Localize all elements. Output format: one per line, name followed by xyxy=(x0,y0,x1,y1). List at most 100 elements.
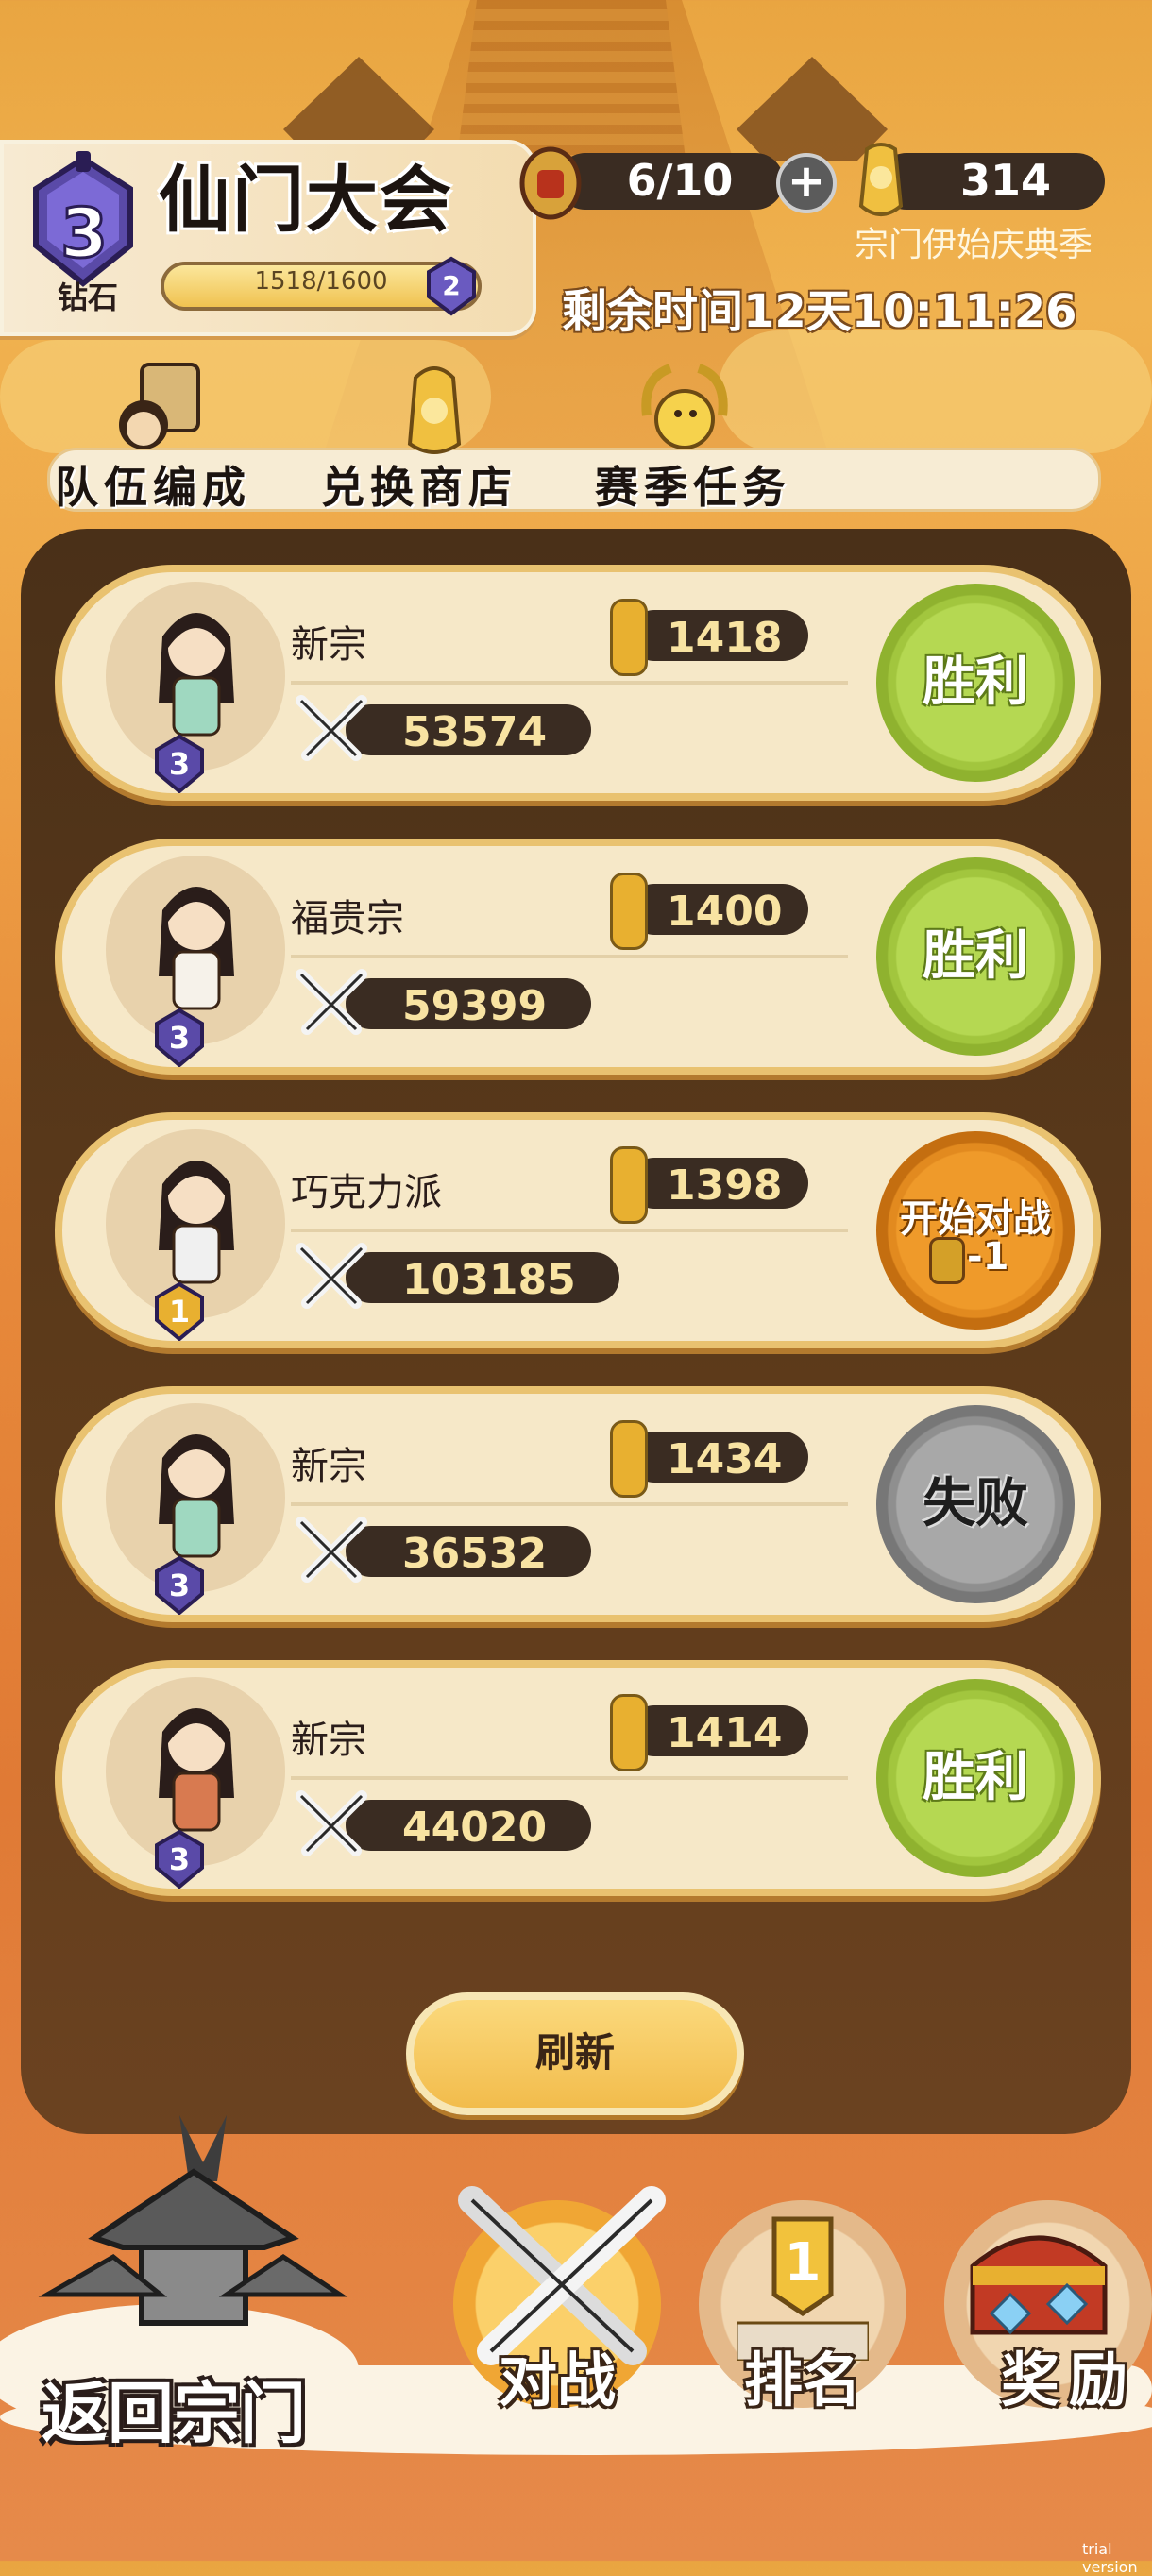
match-result-label: 失败 xyxy=(923,1473,1028,1534)
card-divider xyxy=(291,955,848,958)
shop-button[interactable]: 兑换商店 xyxy=(321,359,567,513)
crossed-swords-icon xyxy=(296,695,367,761)
card-divider xyxy=(291,1502,848,1506)
opponent-avatar-icon xyxy=(159,1434,234,1558)
opponent-avatar-icon xyxy=(159,887,234,1010)
watermark: trial version xyxy=(1082,2540,1138,2576)
opponent-score: 1418 xyxy=(667,614,783,662)
battle-token-icon xyxy=(519,146,582,220)
add-tickets-button[interactable]: + xyxy=(776,153,837,213)
page-title: 仙门大会 xyxy=(159,158,453,242)
svg-text:1: 1 xyxy=(785,2232,822,2294)
opponent-name: 新宗 xyxy=(291,1445,366,1488)
opponent-name: 新宗 xyxy=(291,623,366,667)
opponent-score: 1400 xyxy=(667,888,783,936)
scroll-character-icon xyxy=(119,363,200,449)
refresh-button[interactable]: 刷新 xyxy=(406,1992,744,2115)
opponent-rank: 3 xyxy=(168,1568,191,1603)
opponent-rank: 3 xyxy=(168,1020,191,1056)
gold-token-icon xyxy=(858,143,904,216)
opponent-rank-badge: 3 xyxy=(153,1008,206,1068)
score-token-icon xyxy=(610,1420,648,1498)
opponent-power-pill: 44020 xyxy=(346,1800,591,1852)
laurel-chick-icon xyxy=(641,364,728,449)
opponent-portrait: 3 xyxy=(106,1677,285,1890)
return-sect-label: 返回宗门 xyxy=(42,2375,306,2452)
opponent-power: 59399 xyxy=(402,982,548,1030)
battle-token-icon xyxy=(929,1237,965,1284)
season-tasks-button[interactable]: 赛季任务 xyxy=(595,359,840,513)
match-result-badge: 失败 xyxy=(876,1405,1075,1603)
opponent-name: 新宗 xyxy=(291,1719,366,1762)
match-result-label: 胜利 xyxy=(923,925,1028,987)
score-token-icon xyxy=(610,1694,648,1771)
match-result-badge: 胜利 xyxy=(876,1679,1075,1877)
opponent-power-pill: 59399 xyxy=(346,978,591,1030)
opponent-rank-badge: 3 xyxy=(153,1829,206,1890)
tab-rewards[interactable]: 奖励 xyxy=(935,2200,1152,2446)
season-name: 宗门伊始庆典季 xyxy=(855,226,1093,264)
opponent-card: 3 新宗 1418 53574 胜利 xyxy=(55,565,1101,801)
card-divider xyxy=(291,1229,848,1232)
opponent-avatar-icon xyxy=(159,613,234,737)
currency-amount: 314 xyxy=(959,155,1052,206)
season-timer: 剩余时间12天10:11:26 xyxy=(562,285,1077,338)
opponent-score-pill: 1398 xyxy=(629,1158,808,1210)
battle-cost: -1 xyxy=(967,1235,1009,1279)
rank-level: 3 xyxy=(59,193,109,275)
token-shop-icon xyxy=(407,366,462,454)
opponent-score-pill: 1434 xyxy=(629,1432,808,1483)
card-divider xyxy=(291,681,848,685)
opponent-name: 福贵宗 xyxy=(291,897,404,941)
tab-battle-label: 对战 xyxy=(499,2346,617,2415)
rank-name: 钻石 xyxy=(57,280,118,315)
opponent-power: 103185 xyxy=(402,1256,576,1304)
opponent-score-pill: 1400 xyxy=(629,884,808,936)
opponent-rank: 3 xyxy=(168,1841,191,1877)
tab-ranking[interactable]: 1 排名 xyxy=(699,2200,906,2446)
opponent-score: 1414 xyxy=(667,1709,783,1757)
opponent-portrait: 3 xyxy=(106,856,285,1068)
opponent-score: 1398 xyxy=(667,1161,783,1210)
opponent-rank-badge: 1 xyxy=(153,1281,206,1342)
next-rank-badge-icon: 2 xyxy=(427,256,476,316)
score-token-icon xyxy=(610,599,648,676)
opponent-card: 1 巧克力派 1398 103185 开始对战 -1 xyxy=(55,1112,1101,1348)
sect-building-icon xyxy=(38,2115,348,2326)
start-battle-button[interactable]: 开始对战 -1 xyxy=(876,1131,1075,1330)
crossed-swords-icon xyxy=(296,1243,367,1309)
match-result-label: 胜利 xyxy=(923,652,1028,713)
tab-ranking-label: 排名 xyxy=(744,2346,862,2415)
return-sect-button[interactable]: 返回宗门 xyxy=(28,2106,349,2465)
tab-battle[interactable]: 对战 xyxy=(453,2186,666,2446)
opponent-rank-badge: 3 xyxy=(153,1555,206,1616)
opponent-power: 36532 xyxy=(402,1530,548,1578)
crossed-swords-icon xyxy=(296,1790,367,1856)
opponent-portrait: 3 xyxy=(106,582,285,794)
card-divider xyxy=(291,1776,848,1780)
opponent-rank: 1 xyxy=(168,1294,191,1330)
ticket-count: 6/10 xyxy=(626,155,734,206)
opponent-power: 44020 xyxy=(402,1804,548,1852)
opponent-rank-badge: 3 xyxy=(153,734,206,794)
opponent-power-pill: 53574 xyxy=(346,704,591,756)
opponent-power-pill: 36532 xyxy=(346,1526,591,1578)
opponent-portrait: 3 xyxy=(106,1403,285,1616)
opponent-rank: 3 xyxy=(168,746,191,782)
crossed-swords-icon xyxy=(296,969,367,1035)
opponent-card: 3 新宗 1434 36532 失败 xyxy=(55,1386,1101,1622)
team-button[interactable]: 队伍编成 xyxy=(47,359,293,513)
match-result-badge: 胜利 xyxy=(876,584,1075,782)
score-token-icon xyxy=(610,1146,648,1224)
treasure-chest-icon xyxy=(970,2235,1108,2335)
opponent-card: 3 新宗 1414 44020 胜利 xyxy=(55,1660,1101,1896)
opponent-avatar-icon xyxy=(159,1708,234,1832)
opponent-card: 3 福贵宗 1400 59399 胜利 xyxy=(55,839,1101,1075)
score-token-icon xyxy=(610,873,648,950)
match-result-label: 胜利 xyxy=(923,1747,1028,1808)
opponent-power: 53574 xyxy=(402,708,548,756)
shop-label: 兑换商店 xyxy=(321,462,517,513)
team-label: 队伍编成 xyxy=(55,462,251,513)
opponent-portrait: 1 xyxy=(106,1129,285,1342)
opponent-score-pill: 1414 xyxy=(629,1705,808,1757)
